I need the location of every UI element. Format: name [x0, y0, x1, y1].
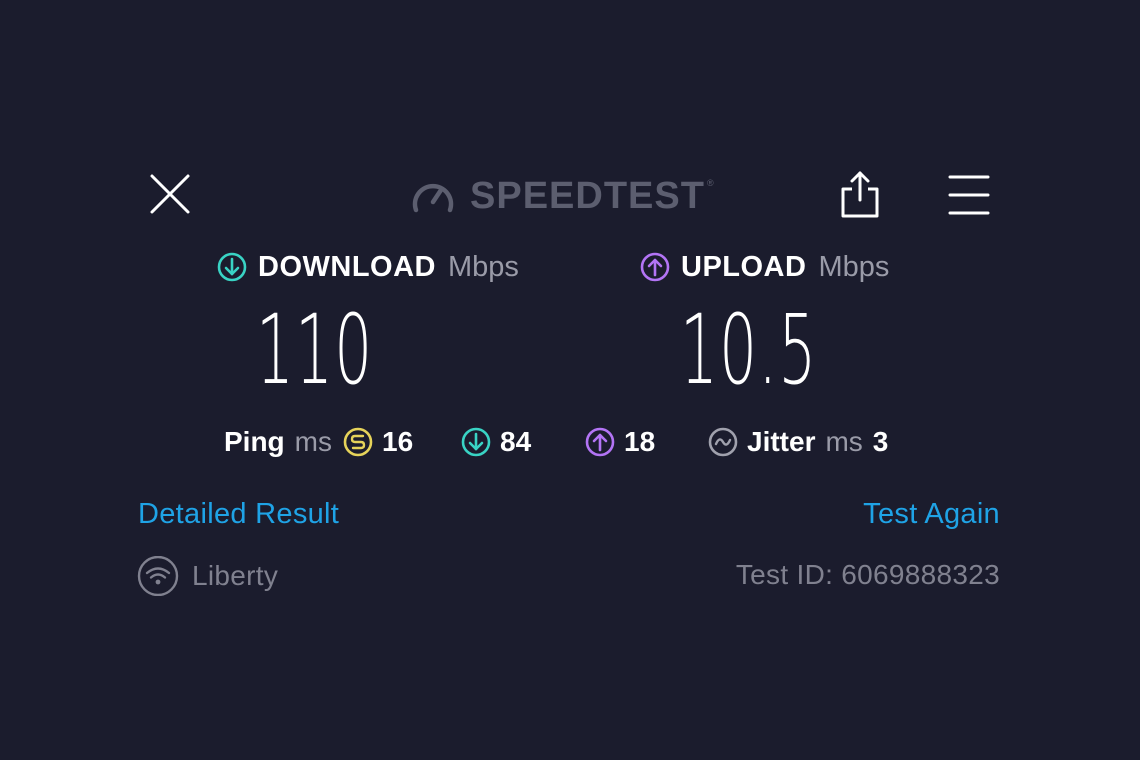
provider-info: Liberty: [136, 556, 278, 596]
speedometer-icon: [412, 183, 454, 213]
detailed-result-link[interactable]: Detailed Result: [138, 498, 339, 531]
ping-label: Ping: [224, 426, 285, 457]
logo-trademark: ®: [706, 178, 714, 188]
logo-text: SPEEDTEST: [470, 174, 705, 217]
download-label: DOWNLOAD: [258, 250, 436, 283]
ping-idle-stat: Ping ms 16: [224, 420, 413, 464]
ping-unit: ms: [294, 426, 332, 457]
download-speed-value: 110: [256, 294, 374, 406]
upload-header: UPLOAD Mbps: [639, 247, 889, 287]
download-latency-icon: [461, 427, 491, 457]
share-icon: [841, 171, 879, 218]
wifi-icon: [137, 556, 179, 596]
jitter-value: 3: [872, 426, 889, 457]
upload-arrow-icon: [640, 252, 670, 282]
idle-latency-icon: [343, 427, 373, 457]
upload-unit: Mbps: [818, 250, 890, 283]
speedtest-result-screen: SPEEDTEST ® DOWNLOAD Mbps UPLOAD Mbps 11…: [0, 0, 1140, 760]
ping-idle-value: 16: [382, 426, 414, 457]
share-button[interactable]: [838, 168, 882, 220]
ping-upload-stat: 18: [584, 420, 655, 464]
menu-button[interactable]: [946, 172, 992, 218]
provider-name: Liberty: [192, 560, 279, 591]
download-arrow-icon: [217, 252, 247, 282]
test-id: Test ID: 6069888323: [735, 559, 1000, 590]
download-header: DOWNLOAD Mbps: [216, 247, 519, 287]
jitter-stat: Jitter ms 3: [707, 420, 888, 464]
ping-upload-value: 18: [624, 426, 656, 457]
upload-speed-value: 10.5: [680, 294, 818, 406]
jitter-wave-icon: [708, 427, 738, 457]
close-button[interactable]: [146, 170, 194, 218]
ping-download-value: 84: [500, 426, 532, 457]
hamburger-menu-icon: [948, 175, 990, 215]
download-unit: Mbps: [447, 250, 519, 283]
upload-latency-icon: [585, 427, 615, 457]
test-again-link[interactable]: Test Again: [863, 498, 1000, 531]
speedtest-logo: SPEEDTEST ®: [410, 170, 714, 222]
close-icon: [150, 174, 190, 214]
jitter-unit: ms: [825, 426, 863, 457]
ping-download-stat: 84: [460, 420, 531, 464]
upload-label: UPLOAD: [681, 250, 807, 283]
jitter-label: Jitter: [747, 426, 816, 457]
